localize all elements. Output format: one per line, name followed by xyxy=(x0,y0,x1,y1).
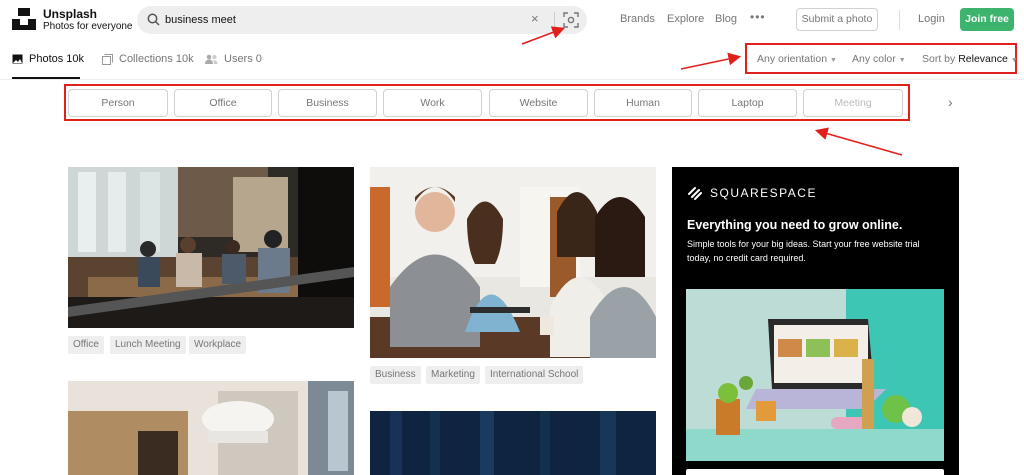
more-menu-icon[interactable]: ••• xyxy=(750,10,766,24)
brand-tagline: Photos for everyone xyxy=(43,21,133,32)
collections-icon xyxy=(102,53,113,65)
search-bar[interactable]: × xyxy=(137,6,587,34)
photo-tag-international-school[interactable]: International School xyxy=(485,366,584,384)
join-free-button[interactable]: Join free xyxy=(960,8,1014,31)
tab-photos-label: Photos 10k xyxy=(29,53,85,65)
search-icon[interactable] xyxy=(147,13,160,31)
related-chip-person[interactable]: Person xyxy=(68,89,168,117)
users-icon xyxy=(205,54,218,64)
photo-office-interior[interactable] xyxy=(68,381,354,475)
search-input[interactable] xyxy=(165,10,525,30)
tab-users[interactable]: Users 0 xyxy=(205,53,262,65)
sort-value: Relevance xyxy=(958,53,1008,65)
photo-cafe-meeting[interactable] xyxy=(68,167,354,328)
squarespace-logo: SQUARESPACE xyxy=(687,186,817,200)
visual-search-icon[interactable] xyxy=(563,12,579,33)
dark-blue-image xyxy=(370,411,656,475)
nav-brands[interactable]: Brands xyxy=(620,13,655,25)
orientation-filter[interactable]: Any orientation ▼ xyxy=(757,53,837,65)
filters-highlight-box: Any orientation ▼ Any color ▼ Sort by Rele… xyxy=(745,43,1018,74)
search-divider xyxy=(554,12,555,28)
login-link[interactable]: Login xyxy=(918,13,945,25)
ad-cta-bar[interactable] xyxy=(686,469,944,475)
tab-collections[interactable]: Collections 10k xyxy=(102,53,194,65)
related-chip-laptop[interactable]: Laptop xyxy=(698,89,797,117)
related-chip-website[interactable]: Website xyxy=(489,89,588,117)
tab-users-label: Users 0 xyxy=(224,53,262,65)
tab-collections-label: Collections 10k xyxy=(119,53,194,65)
squarespace-ad[interactable]: SQUARESPACE Everything you need to grow … xyxy=(672,167,959,475)
chevron-down-icon: ▼ xyxy=(830,57,837,64)
chevron-down-icon: ▼ xyxy=(898,57,906,64)
chevron-down-icon: ▼ xyxy=(1010,57,1018,64)
related-chip-human[interactable]: Human xyxy=(594,89,692,117)
photo-group-laptop[interactable] xyxy=(370,167,656,358)
unsplash-logo-icon[interactable] xyxy=(12,8,36,30)
cafe-meeting-image xyxy=(68,167,354,328)
top-header: Unsplash Photos for everyone × Brands Ex… xyxy=(0,0,1024,40)
photo-tag-business[interactable]: Business xyxy=(370,366,421,384)
office-interior-image xyxy=(68,381,354,475)
photo-tag-marketing[interactable]: Marketing xyxy=(426,366,480,384)
related-chip-business[interactable]: Business xyxy=(278,89,377,117)
brand-name: Unsplash xyxy=(43,7,98,21)
photo-tag-workplace[interactable]: Workplace xyxy=(189,336,247,354)
related-chip-office[interactable]: Office xyxy=(174,89,272,117)
submit-photo-button[interactable]: Submit a photo xyxy=(796,8,878,31)
chevron-right-icon[interactable]: › xyxy=(948,94,953,110)
nav-explore[interactable]: Explore xyxy=(667,13,704,25)
ad-laptop-image xyxy=(686,289,944,461)
photo-tag-office[interactable]: Office xyxy=(68,336,104,354)
brand[interactable]: Unsplash Photos for everyone xyxy=(43,7,133,33)
color-filter[interactable]: Any color ▼ xyxy=(852,53,906,65)
nav-blog[interactable]: Blog xyxy=(715,13,737,25)
sort-filter[interactable]: Sort by Relevance ▼ xyxy=(922,53,1018,65)
photo-tag-lunch-meeting[interactable]: Lunch Meeting xyxy=(110,336,186,354)
related-chip-meeting[interactable]: Meeting xyxy=(803,89,903,117)
ad-headline: Everything you need to grow online. xyxy=(687,218,903,232)
header-divider xyxy=(899,10,900,30)
sort-prefix: Sort by xyxy=(922,53,956,65)
arrow-to-related xyxy=(814,127,903,156)
squarespace-brand: SQUARESPACE xyxy=(710,186,817,200)
photo-dark-blue[interactable] xyxy=(370,411,656,475)
ad-body: Simple tools for your big ideas. Start y… xyxy=(687,239,920,263)
clear-search-icon[interactable]: × xyxy=(531,11,539,26)
group-laptop-image xyxy=(370,167,656,358)
tab-photos[interactable]: Photos 10k xyxy=(12,53,84,65)
photos-icon xyxy=(12,54,23,64)
color-label: Any color xyxy=(852,53,896,65)
squarespace-logo-icon xyxy=(688,187,702,200)
orientation-label: Any orientation xyxy=(757,53,828,65)
active-tab-indicator xyxy=(12,77,80,79)
related-chip-work[interactable]: Work xyxy=(383,89,482,117)
